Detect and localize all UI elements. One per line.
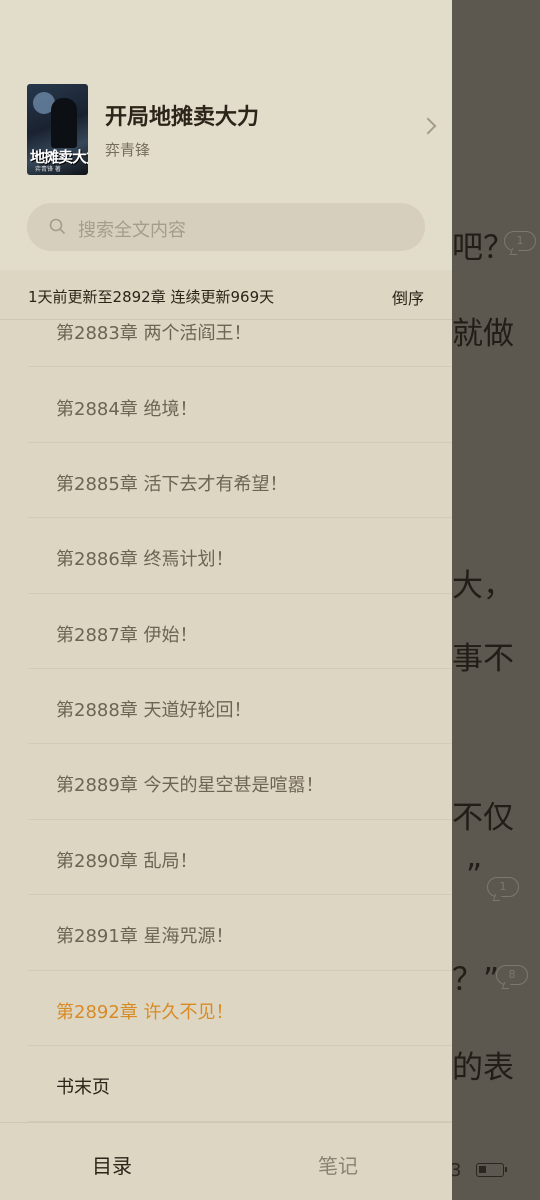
cover-subtitle-text: 弈青锋 著 <box>35 166 61 173</box>
chevron-right-icon[interactable] <box>419 117 437 135</box>
reader-text-fragment: 事不 <box>452 641 514 677</box>
end-page-item[interactable]: 书末页 <box>28 1047 452 1122</box>
chapter-title: 第2891章 星海咒源！ <box>56 926 234 947</box>
chapter-item[interactable]: 第2884章 绝境！ <box>28 368 452 443</box>
cover-figure-art <box>51 98 77 148</box>
search-icon <box>49 218 65 234</box>
bottom-tab-bar: 目录 笔记 <box>0 1122 452 1200</box>
tab-notes[interactable]: 笔记 <box>318 1150 358 1179</box>
sort-order-toggle[interactable]: 倒序 <box>392 285 424 309</box>
chapter-list[interactable]: 第2883章 两个活阎王！ 第2884章 绝境！ 第2885章 活下去才有希望！… <box>0 321 452 1122</box>
chapter-item[interactable]: 第2887章 伊始！ <box>28 594 452 669</box>
chapter-title: 第2890章 乱局！ <box>56 851 198 872</box>
book-cover-image[interactable]: 地摊卖大力 弈青锋 著 <box>27 84 88 175</box>
update-info-bar: 1天前更新至2892章 连续更新969天 倒序 <box>0 270 452 320</box>
chapter-title: 第2888章 天道好轮回！ <box>56 700 252 721</box>
chapter-item[interactable]: 第2890章 乱局！ <box>28 820 452 895</box>
chapter-item[interactable]: 第2889章 今天的星空甚是喧嚣！ <box>28 745 452 820</box>
book-info-header[interactable]: 地摊卖大力 弈青锋 著 开局地摊卖大力 弈青锋 搜索全文内容 <box>0 0 452 270</box>
reader-text-fragment: ？” <box>452 962 500 998</box>
reader-text-fragment: ” <box>466 858 483 894</box>
comment-count-bubble[interactable]: 8 <box>496 965 528 985</box>
chapter-title: 第2886章 终焉计划！ <box>56 549 234 570</box>
search-input[interactable]: 搜索全文内容 <box>27 203 425 251</box>
comment-count-bubble[interactable]: 1 <box>487 877 519 897</box>
chapter-title: 第2885章 活下去才有希望！ <box>56 474 288 495</box>
chapter-title: 第2883章 两个活阎王！ <box>56 323 252 344</box>
book-title: 开局地摊卖大力 <box>105 105 260 130</box>
chapter-title: 第2892章 许久不见！ <box>56 1002 234 1023</box>
chapter-item[interactable]: 第2885章 活下去才有希望！ <box>28 443 452 518</box>
book-author: 弈青锋 <box>105 141 151 159</box>
chapter-item-current[interactable]: 第2892章 许久不见！ <box>28 971 452 1046</box>
chapter-title: 第2884章 绝境！ <box>56 399 198 420</box>
chapter-item[interactable]: 第2891章 星海咒源！ <box>28 896 452 971</box>
chapter-item[interactable]: 第2883章 两个活阎王！ <box>28 321 452 367</box>
reader-text-fragment: 大， <box>452 568 514 604</box>
chapter-item[interactable]: 第2888章 天道好轮回！ <box>28 669 452 744</box>
chapter-title: 书末页 <box>56 1077 110 1098</box>
reader-text-fragment: 的表 <box>452 1050 514 1086</box>
search-placeholder: 搜索全文内容 <box>78 220 186 241</box>
battery-icon <box>476 1163 507 1177</box>
reader-text-fragment: 不仅 <box>452 800 514 836</box>
table-of-contents-drawer: 地摊卖大力 弈青锋 著 开局地摊卖大力 弈青锋 搜索全文内容 1天前更新至289… <box>0 0 452 1200</box>
chapter-title: 第2887章 伊始！ <box>56 625 198 646</box>
tab-table-of-contents[interactable]: 目录 <box>92 1150 132 1179</box>
chapter-item[interactable]: 第2886章 终焉计划！ <box>28 519 452 594</box>
comment-count-bubble[interactable]: 1 <box>504 231 536 251</box>
reader-text-fragment: 就做 <box>452 316 514 352</box>
chapter-title: 第2889章 今天的星空甚是喧嚣！ <box>56 775 324 796</box>
update-status-text: 1天前更新至2892章 连续更新969天 <box>28 288 275 306</box>
